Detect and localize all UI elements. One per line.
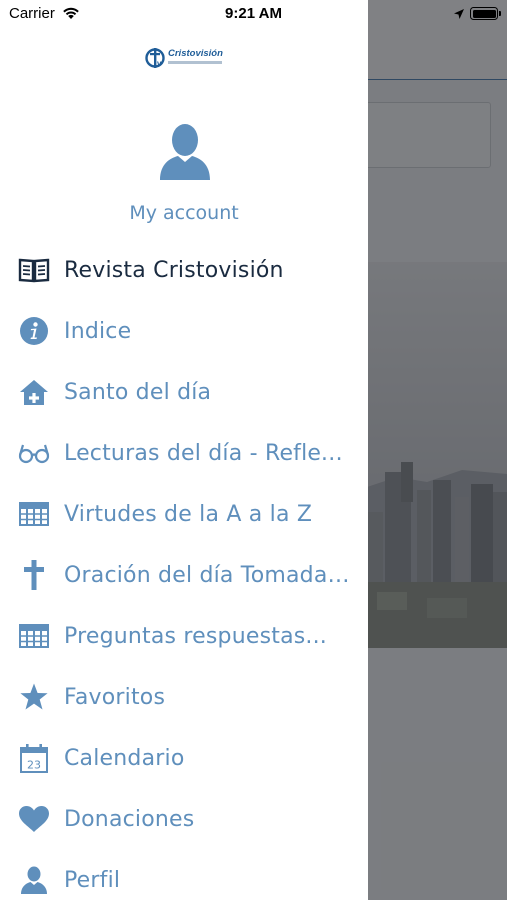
- menu-item-virtudes[interactable]: Virtudes de la A a la Z: [0, 488, 368, 540]
- menu-item-label: Donaciones: [64, 806, 195, 832]
- menu-item-label: Indice: [64, 318, 132, 344]
- menu-item-perfil[interactable]: Perfil: [0, 854, 368, 900]
- menu-item-label: Preguntas respuestas...: [64, 623, 328, 649]
- menu-item-oracion[interactable]: Oración del día Tomada de...: [0, 549, 368, 601]
- menu-item-santo[interactable]: Santo del día: [0, 366, 368, 418]
- calendar-icon: 23: [16, 740, 52, 776]
- cristovision-logo: v Cristovisión: [145, 46, 225, 74]
- side-drawer: v Cristovisión My account Revista Cristo…: [0, 0, 368, 900]
- avatar-icon[interactable]: [158, 120, 212, 182]
- menu-item-label: Revista Cristovisión: [64, 257, 284, 283]
- info-icon: [16, 313, 52, 349]
- menu-item-label: Favoritos: [64, 684, 166, 710]
- menu-item-preguntas[interactable]: Preguntas respuestas...: [0, 610, 368, 662]
- table-icon: [16, 618, 52, 654]
- menu-item-label: Oración del día Tomada de...: [64, 562, 354, 588]
- menu-item-calendario[interactable]: 23 Calendario: [0, 732, 368, 784]
- menu-item-donaciones[interactable]: Donaciones: [0, 793, 368, 845]
- book-icon: [16, 252, 52, 288]
- heart-icon: [16, 801, 52, 837]
- star-icon: [16, 679, 52, 715]
- menu-item-label: Santo del día: [64, 379, 212, 405]
- battery-icon: [470, 7, 498, 20]
- menu-item-label: Lecturas del día - Reflexiones: [64, 440, 354, 466]
- battery-cap: [499, 11, 501, 16]
- menu-item-indice[interactable]: Indice: [0, 305, 368, 357]
- menu-item-label: Perfil: [64, 867, 121, 893]
- table-icon: [16, 496, 52, 532]
- calendar-day-number: 23: [27, 759, 41, 772]
- menu-item-favoritos[interactable]: Favoritos: [0, 671, 368, 723]
- cross-icon: [16, 557, 52, 593]
- location-arrow-icon: [453, 6, 465, 24]
- glasses-icon: [16, 435, 52, 471]
- logo-text: Cristovisión: [168, 48, 223, 59]
- menu-item-revista[interactable]: Revista Cristovisión: [0, 244, 368, 296]
- menu-item-label: Calendario: [64, 745, 185, 771]
- status-time: 9:21 AM: [225, 5, 282, 22]
- person-icon: [16, 862, 52, 898]
- logo-tagline-mark: [168, 61, 222, 64]
- status-bar: Carrier 9:21 AM: [0, 0, 507, 28]
- menu-item-lecturas[interactable]: Lecturas del día - Reflexiones: [0, 427, 368, 479]
- menu-item-label: Virtudes de la A a la Z: [64, 501, 313, 527]
- home-plus-icon: [16, 374, 52, 410]
- svg-text:v: v: [157, 59, 162, 68]
- my-account-link[interactable]: My account: [0, 202, 368, 224]
